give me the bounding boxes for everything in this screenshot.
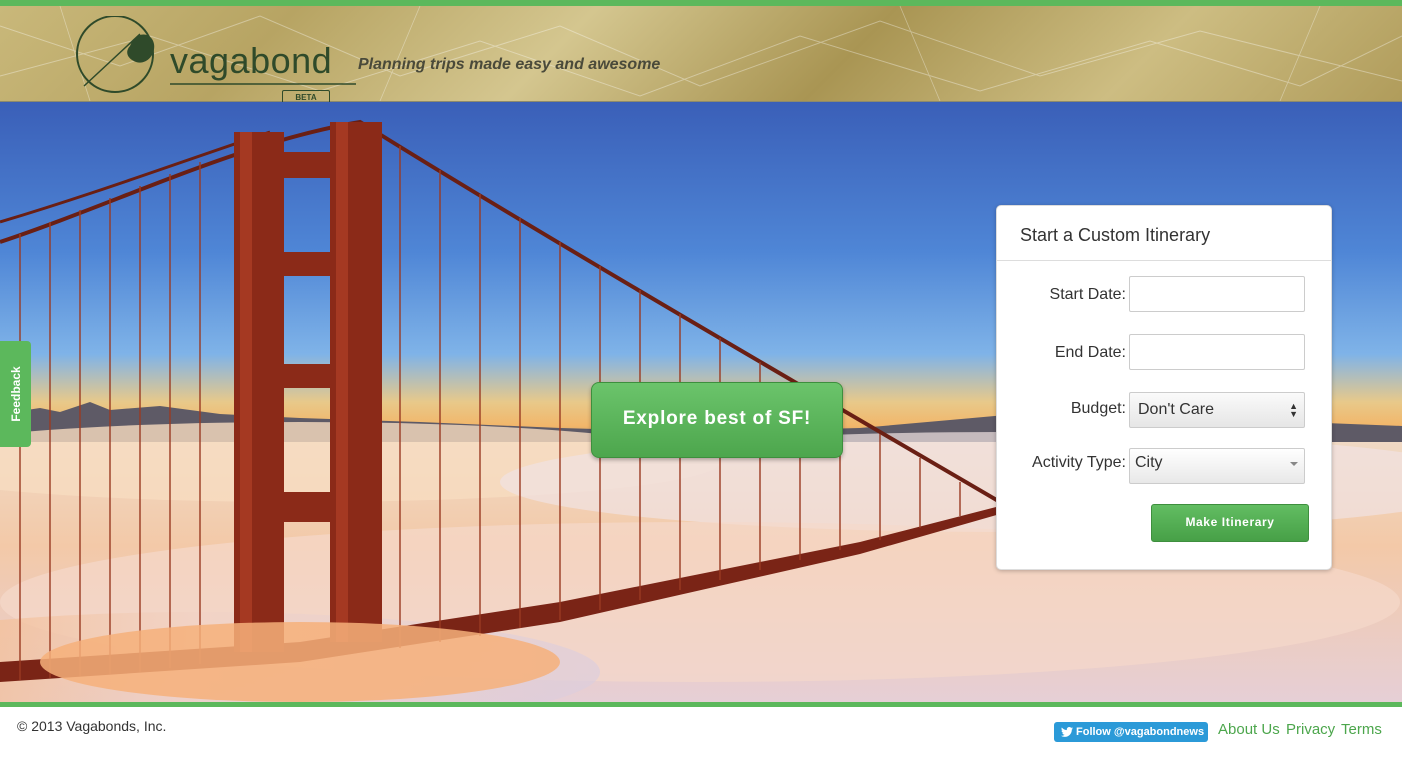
budget-selected-value: Don't Care xyxy=(1138,401,1214,418)
site-header: vagabond BETA Planning trips made easy a… xyxy=(0,6,1402,106)
twitter-follow-label: Follow @vagabondnews xyxy=(1076,726,1205,738)
terms-link[interactable]: Terms xyxy=(1341,721,1382,738)
site-footer: © 2013 Vagabonds, Inc. Follow @vagabondn… xyxy=(0,707,1402,758)
copyright-text: © 2013 Vagabonds, Inc. xyxy=(17,718,167,734)
about-us-link[interactable]: About Us xyxy=(1218,721,1280,738)
activity-type-select[interactable]: City xyxy=(1129,448,1305,484)
make-itinerary-button[interactable]: Make Itinerary xyxy=(1151,504,1309,542)
budget-label: Budget: xyxy=(1070,400,1126,417)
tagline: Planning trips made easy and awesome xyxy=(358,56,661,73)
logo-compass-icon xyxy=(76,15,155,93)
privacy-link[interactable]: Privacy xyxy=(1286,721,1335,738)
twitter-follow-button[interactable]: Follow @vagabondnews xyxy=(1054,722,1208,742)
logo-text: vagabond xyxy=(170,40,333,81)
chevron-down-icon xyxy=(1290,462,1298,466)
budget-select[interactable]: Don't Care ▲ ▼ xyxy=(1129,392,1305,428)
twitter-bird-icon xyxy=(1061,727,1073,737)
feedback-label: Feedback xyxy=(8,366,23,422)
logo-underline xyxy=(170,83,356,85)
activity-type-label: Activity Type: xyxy=(1032,454,1126,471)
custom-itinerary-panel: Start a Custom Itinerary Start Date: End… xyxy=(996,205,1332,570)
explore-sf-button[interactable]: Explore best of SF! xyxy=(591,382,843,458)
select-arrows-icon: ▲ ▼ xyxy=(1289,401,1298,419)
end-date-label: End Date: xyxy=(1054,344,1126,361)
activity-type-selected-value: City xyxy=(1135,454,1163,471)
vagabond-logo[interactable]: vagabond BETA xyxy=(74,15,356,106)
start-date-label: Start Date: xyxy=(1049,286,1126,303)
end-date-input[interactable] xyxy=(1129,334,1305,370)
panel-title: Start a Custom Itinerary xyxy=(997,206,1331,261)
feedback-tab[interactable]: Feedback xyxy=(0,341,31,447)
start-date-input[interactable] xyxy=(1129,276,1305,312)
